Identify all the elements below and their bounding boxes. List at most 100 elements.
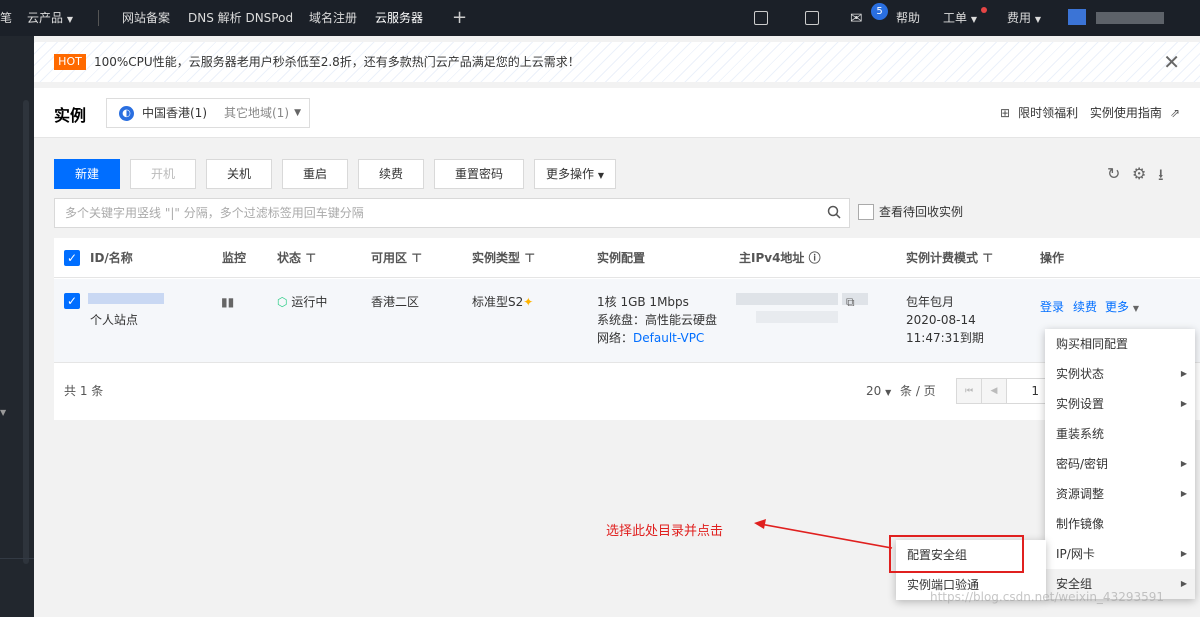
more-actions-button[interactable]: 更多操作 ▼: [534, 159, 616, 189]
shutdown-button[interactable]: 关机: [206, 159, 272, 189]
refresh-icon[interactable]: ↻: [1107, 164, 1120, 183]
more-context-menu: 购买相同配置 实例状态 ▶ 实例设置 ▶ 重装系统 密码/密钥 ▶ 资源调整 ▶ 制作镜…: [1045, 329, 1195, 599]
page-header: 实例 ◐ 中国香港(1) 其它地域(1) ▼ ⊞ 限时领福利 实例使用指南 ⇗: [34, 88, 1200, 138]
renew-button[interactable]: 续费: [358, 159, 424, 189]
menu-item-buy-same[interactable]: 购买相同配置: [1045, 329, 1195, 359]
first-page-icon[interactable]: ⏮: [956, 378, 982, 404]
avatar[interactable]: [1068, 9, 1086, 25]
region-other: 其它地域(1): [224, 106, 289, 120]
nav-ticket[interactable]: 工单 ▼: [943, 0, 977, 36]
col-status-label: 状态: [277, 251, 302, 265]
watermark: https://blog.csdn.net/weixin_43293591: [930, 590, 1165, 604]
vpc-link[interactable]: Default-VPC: [633, 331, 704, 345]
status-text: 运行中: [291, 295, 328, 309]
chevron-right-icon: ▶: [1180, 369, 1187, 378]
prev-page-icon[interactable]: ◀: [981, 378, 1007, 404]
nav-icp-filing[interactable]: 网站备案: [122, 0, 170, 36]
download-icon[interactable]: ⭳: [1158, 164, 1164, 191]
filter-icon: ⊤: [305, 251, 317, 265]
gear-icon[interactable]: ⚙: [1132, 164, 1146, 183]
nav-partial-item[interactable]: 笔: [0, 0, 12, 36]
restart-button[interactable]: 重启: [282, 159, 348, 189]
sidebar-scrollbar[interactable]: [23, 100, 29, 564]
monitor-chart-icon[interactable]: ▮▮: [221, 293, 234, 311]
private-ip-blurred[interactable]: [756, 311, 838, 323]
menu-item-instance-settings[interactable]: 实例设置 ▶: [1045, 389, 1195, 419]
instance-id-blurred[interactable]: [88, 293, 164, 304]
chevron-down-icon: ▼: [970, 15, 977, 24]
nav-help[interactable]: 帮助: [896, 0, 920, 36]
header-links: ⊞ 限时领福利 实例使用指南 ⇗: [992, 88, 1180, 138]
col-billing[interactable]: 实例计费模式 ⊤: [906, 238, 993, 278]
menu-item-reinstall[interactable]: 重装系统: [1045, 419, 1195, 449]
annotation-highlight-box: [889, 535, 1024, 573]
total-count: 共 1 条: [64, 384, 104, 398]
chevron-down-icon: ▼: [885, 388, 892, 397]
chevron-down-icon: ▼: [1034, 15, 1041, 24]
col-type[interactable]: 实例类型 ⊤: [472, 238, 535, 278]
promo-text[interactable]: 100%CPU性能，云服务器老用户秒杀低至2.8折，还有多款热门云产品满足您的上…: [94, 42, 580, 82]
caret-down-icon[interactable]: ▼: [0, 408, 6, 417]
type-cell: 标准型S2✦: [472, 293, 533, 311]
col-zone[interactable]: 可用区 ⊤: [371, 238, 422, 278]
page-size-select[interactable]: 20 ▼: [866, 382, 891, 402]
guide-link[interactable]: 实例使用指南: [1090, 106, 1162, 120]
mail-badge: 5: [871, 3, 888, 20]
renew-link[interactable]: 续费: [1073, 298, 1097, 316]
info-icon[interactable]: ⓘ: [809, 251, 821, 265]
status-cell: ⬡ 运行中: [277, 293, 327, 311]
document-icon[interactable]: [805, 11, 819, 25]
row-checkbox[interactable]: ✓: [64, 293, 80, 309]
menu-item-label: 制作镜像: [1056, 517, 1105, 531]
more-link[interactable]: 更多 ▼: [1105, 298, 1139, 318]
username-blurred[interactable]: [1096, 12, 1164, 24]
public-ip-blurred[interactable]: [736, 293, 838, 305]
chevron-right-icon: ▶: [1180, 579, 1187, 588]
page-input[interactable]: 1: [1006, 378, 1046, 404]
menu-item-password-key[interactable]: 密码/密钥 ▶: [1045, 449, 1195, 479]
search-icon[interactable]: [827, 205, 841, 219]
col-status[interactable]: 状态 ⊤: [277, 238, 316, 278]
chevron-down-icon: ▼: [294, 108, 301, 118]
welfare-link[interactable]: 限时领福利: [1018, 106, 1078, 120]
close-icon[interactable]: ✕: [1163, 50, 1180, 74]
menu-item-label: 重装系统: [1056, 427, 1105, 441]
table-footer: 共 1 条 20 ▼ 条 / 页 ⏮ ◀ 1: [54, 364, 1200, 420]
search-input[interactable]: 多个关键字用竖线 "|" 分隔，多个过滤标签用回车键分隔: [54, 198, 850, 228]
chevron-right-icon: ▶: [1180, 489, 1187, 498]
nav-dns[interactable]: DNS 解析 DNSPod: [188, 0, 293, 36]
more-link-label: 更多: [1105, 300, 1130, 314]
recycle-checkbox[interactable]: [858, 204, 874, 220]
qrcode-icon[interactable]: [754, 11, 768, 25]
col-ipv4: 主IPv4地址 ⓘ: [739, 238, 821, 278]
col-actions: 操作: [1040, 251, 1065, 265]
menu-item-ip-nic[interactable]: IP/网卡 ▶: [1045, 539, 1195, 569]
reset-password-button[interactable]: 重置密码: [434, 159, 524, 189]
nav-domain[interactable]: 域名注册: [309, 0, 357, 36]
instance-name: 个人站点: [90, 313, 139, 327]
menu-item-instance-state[interactable]: 实例状态 ▶: [1045, 359, 1195, 389]
nav-cvm[interactable]: 云服务器: [375, 0, 423, 36]
menu-item-resource-adjust[interactable]: 资源调整 ▶: [1045, 479, 1195, 509]
start-button[interactable]: 开机: [130, 159, 196, 189]
menu-item-label: 密码/密钥: [1056, 457, 1109, 471]
nav-cloud-products-label: 云产品: [27, 11, 64, 25]
chevron-right-icon: ▶: [1180, 399, 1187, 408]
add-shortcut-icon[interactable]: +: [452, 0, 467, 36]
copy-icon[interactable]: ⧉: [846, 293, 855, 311]
col-billing-label: 实例计费模式: [906, 251, 979, 265]
col-monitor: 监控: [222, 251, 247, 265]
globe-icon: ◐: [119, 106, 134, 121]
select-all-checkbox[interactable]: ✓: [64, 250, 80, 266]
page-title: 实例: [54, 106, 87, 125]
region-selector[interactable]: ◐ 中国香港(1) 其它地域(1) ▼: [106, 98, 310, 128]
more-actions-label: 更多操作: [546, 167, 595, 181]
mail-icon[interactable]: ✉: [850, 0, 863, 36]
login-link[interactable]: 登录: [1040, 298, 1064, 316]
new-button[interactable]: 新建: [54, 159, 120, 189]
menu-item-label: 实例设置: [1056, 397, 1105, 411]
filter-icon: ⊤: [982, 251, 994, 265]
nav-billing[interactable]: 费用 ▼: [1007, 0, 1041, 36]
nav-cloud-products[interactable]: 云产品 ▼: [27, 0, 73, 36]
menu-item-make-image[interactable]: 制作镜像: [1045, 509, 1195, 539]
